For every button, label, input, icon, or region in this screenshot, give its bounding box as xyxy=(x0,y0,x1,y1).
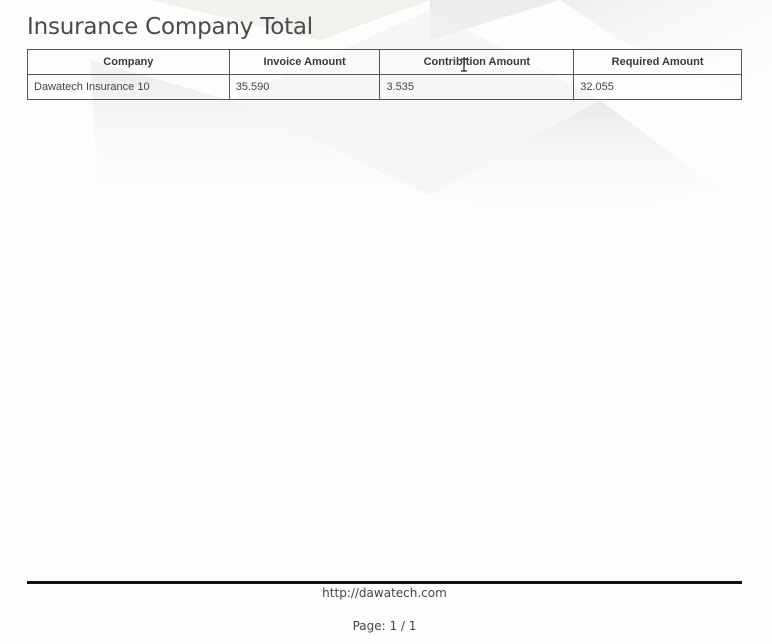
column-header-required-amount: Required Amount xyxy=(573,49,742,75)
cell-required-amount: 32.055 xyxy=(573,74,742,100)
footer-divider xyxy=(27,581,742,584)
report-page: Insurance Company Total Company Invoice … xyxy=(0,0,772,644)
page-number: Page: 1 / 1 xyxy=(352,619,417,633)
page-title: Insurance Company Total xyxy=(27,14,313,40)
table-header-row: Company Invoice Amount Contribition Amou… xyxy=(27,49,742,75)
cell-invoice-amount: 35.590 xyxy=(228,74,381,100)
footer-url: http://dawatech.com xyxy=(322,586,447,600)
cell-company: Dawatech Insurance 10 xyxy=(27,74,230,100)
insurance-totals-table: Company Invoice Amount Contribition Amou… xyxy=(27,49,742,100)
table-row: Dawatech Insurance 10 35.590 3.535 32.05… xyxy=(27,74,742,100)
text-cursor-icon xyxy=(461,58,467,72)
column-header-company: Company xyxy=(27,49,230,75)
column-header-invoice-amount: Invoice Amount xyxy=(228,49,381,75)
cell-contribution-amount: 3.535 xyxy=(379,74,575,100)
column-header-contribution-amount: Contribition Amount xyxy=(379,49,575,75)
